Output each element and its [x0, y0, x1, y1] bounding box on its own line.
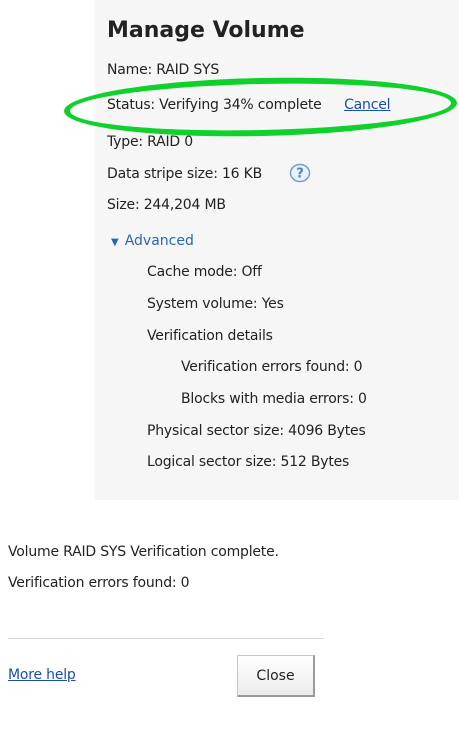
advanced-label: Advanced [124, 233, 194, 249]
cache-mode: Cache mode: Off [147, 264, 262, 280]
cancel-link[interactable]: Cancel [344, 97, 390, 113]
advanced-toggle[interactable]: ▼ Advanced [111, 233, 194, 249]
verification-complete-message: Volume RAID SYS Verification complete. [8, 544, 279, 560]
more-help-link[interactable]: More help [8, 667, 76, 683]
volume-type: Type: RAID 0 [107, 134, 193, 150]
panel-title: Manage Volume [107, 18, 305, 43]
status-text: Status: Verifying 34% complete [107, 97, 322, 113]
logical-sector-size: Logical sector size: 512 Bytes [147, 454, 350, 470]
svg-text:?: ? [296, 167, 304, 182]
triangle-down-icon: ▼ [111, 237, 119, 248]
question-circle-icon[interactable]: ? [289, 163, 311, 183]
physical-sector-size: Physical sector size: 4096 Bytes [147, 423, 366, 439]
verification-errors: Verification errors found: 0 [181, 359, 363, 375]
media-errors: Blocks with media errors: 0 [181, 391, 367, 407]
volume-name: Name: RAID SYS [107, 62, 220, 78]
volume-size: Size: 244,204 MB [107, 197, 226, 213]
verification-details-heading: Verification details [147, 328, 273, 344]
close-button[interactable]: Close [237, 655, 315, 697]
verification-errors-message: Verification errors found: 0 [8, 575, 190, 591]
data-stripe-size: Data stripe size: 16 KB [107, 166, 263, 182]
footer-divider [8, 638, 324, 639]
status-row: Status: Verifying 34% complete Cancel [107, 97, 391, 113]
system-volume: System volume: Yes [147, 296, 284, 312]
